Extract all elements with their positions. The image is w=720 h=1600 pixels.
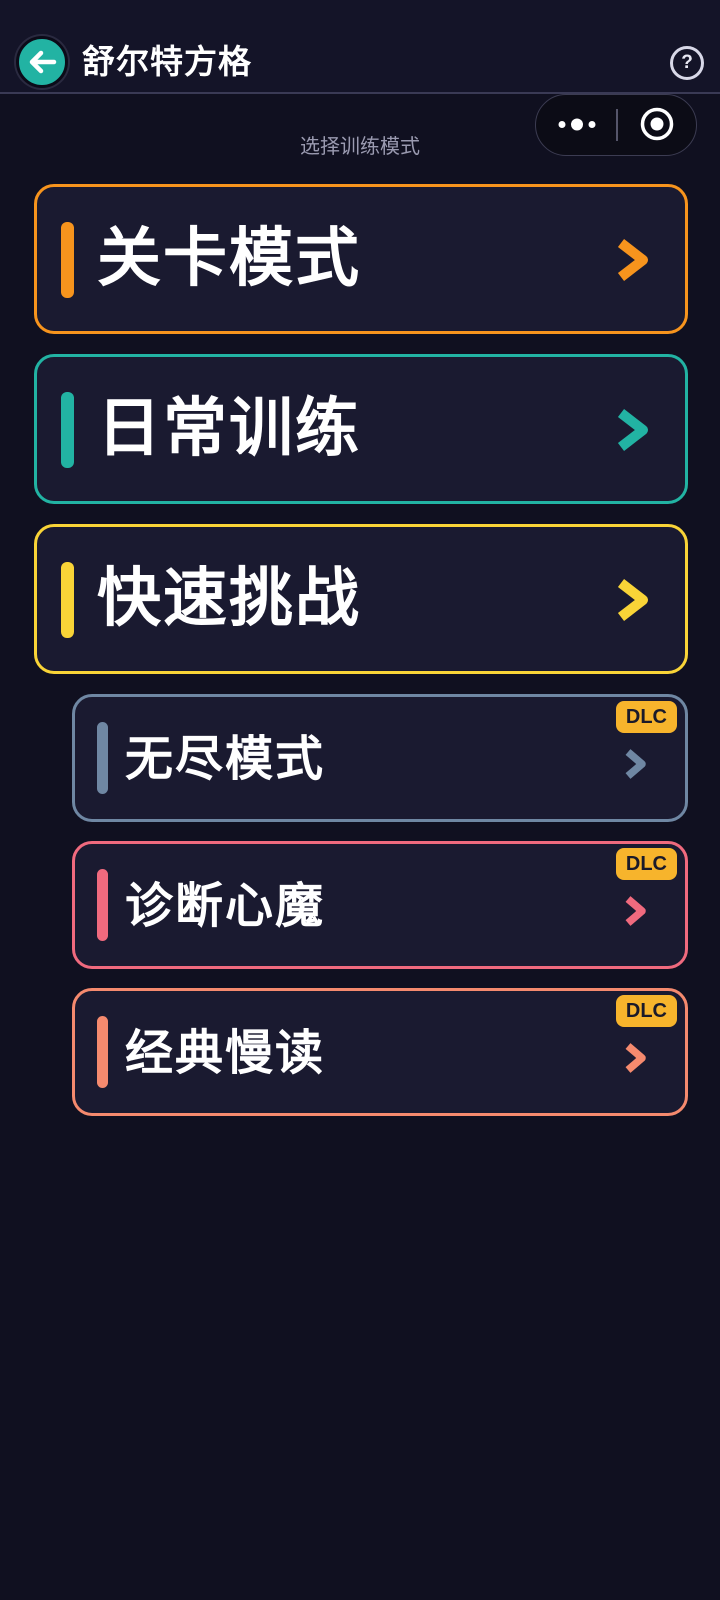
mode-label: 快速挑战 — [97, 562, 361, 636]
mode-label: 经典慢读 — [125, 1025, 326, 1081]
mode-label: 无尽模式 — [125, 731, 326, 787]
dlc-badge: DLC — [615, 995, 677, 1027]
mode-card-level[interactable]: 关卡模式 — [34, 184, 688, 334]
accent-bar — [61, 222, 74, 298]
chevron-right-icon — [625, 1043, 646, 1073]
mode-label: 诊断心魔 — [125, 878, 326, 934]
chevron-right-icon — [625, 749, 646, 779]
mode-card-classic[interactable]: 经典慢读 DLC — [72, 988, 688, 1116]
accent-bar — [97, 1016, 108, 1088]
chevron-right-icon — [617, 239, 648, 281]
mode-card-daily[interactable]: 日常训练 — [34, 354, 688, 504]
help-button[interactable]: ? — [670, 46, 704, 80]
accent-bar — [97, 869, 108, 941]
accent-bar — [61, 562, 74, 638]
dlc-badge: DLC — [615, 701, 677, 733]
mode-card-diagnose[interactable]: 诊断心魔 DLC — [72, 841, 688, 969]
page-title: 舒尔特方格 — [82, 42, 252, 81]
top-bar: 舒尔特方格 ? — [0, 0, 720, 94]
mode-card-quick[interactable]: 快速挑战 — [34, 524, 688, 674]
mode-label: 日常训练 — [97, 392, 361, 466]
dlc-badge: DLC — [615, 848, 677, 880]
accent-bar — [97, 722, 108, 794]
section-subtitle: 选择训练模式 — [300, 134, 420, 158]
chevron-right-icon — [617, 579, 648, 621]
mode-label: 关卡模式 — [97, 222, 361, 296]
arrow-left-icon — [29, 50, 57, 74]
chevron-right-icon — [625, 896, 646, 926]
mode-card-endless[interactable]: 无尽模式 DLC — [72, 694, 688, 822]
chevron-right-icon — [617, 409, 648, 451]
accent-bar — [61, 392, 74, 468]
back-button[interactable] — [16, 36, 68, 88]
